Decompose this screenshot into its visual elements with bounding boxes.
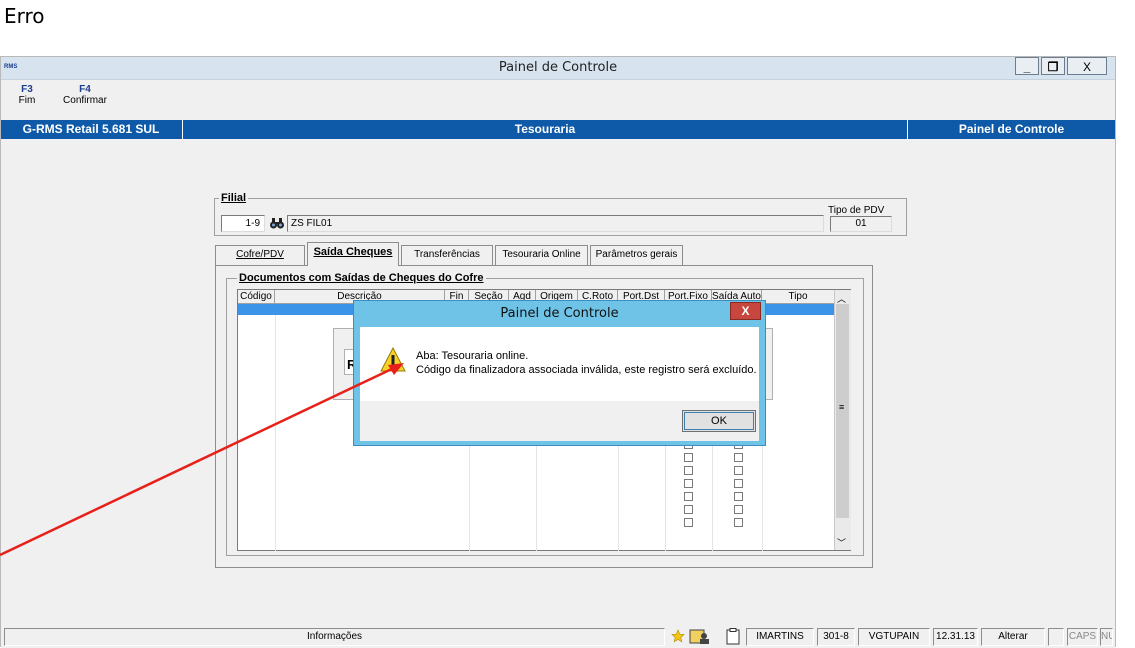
annotation-arrow [0,363,404,557]
